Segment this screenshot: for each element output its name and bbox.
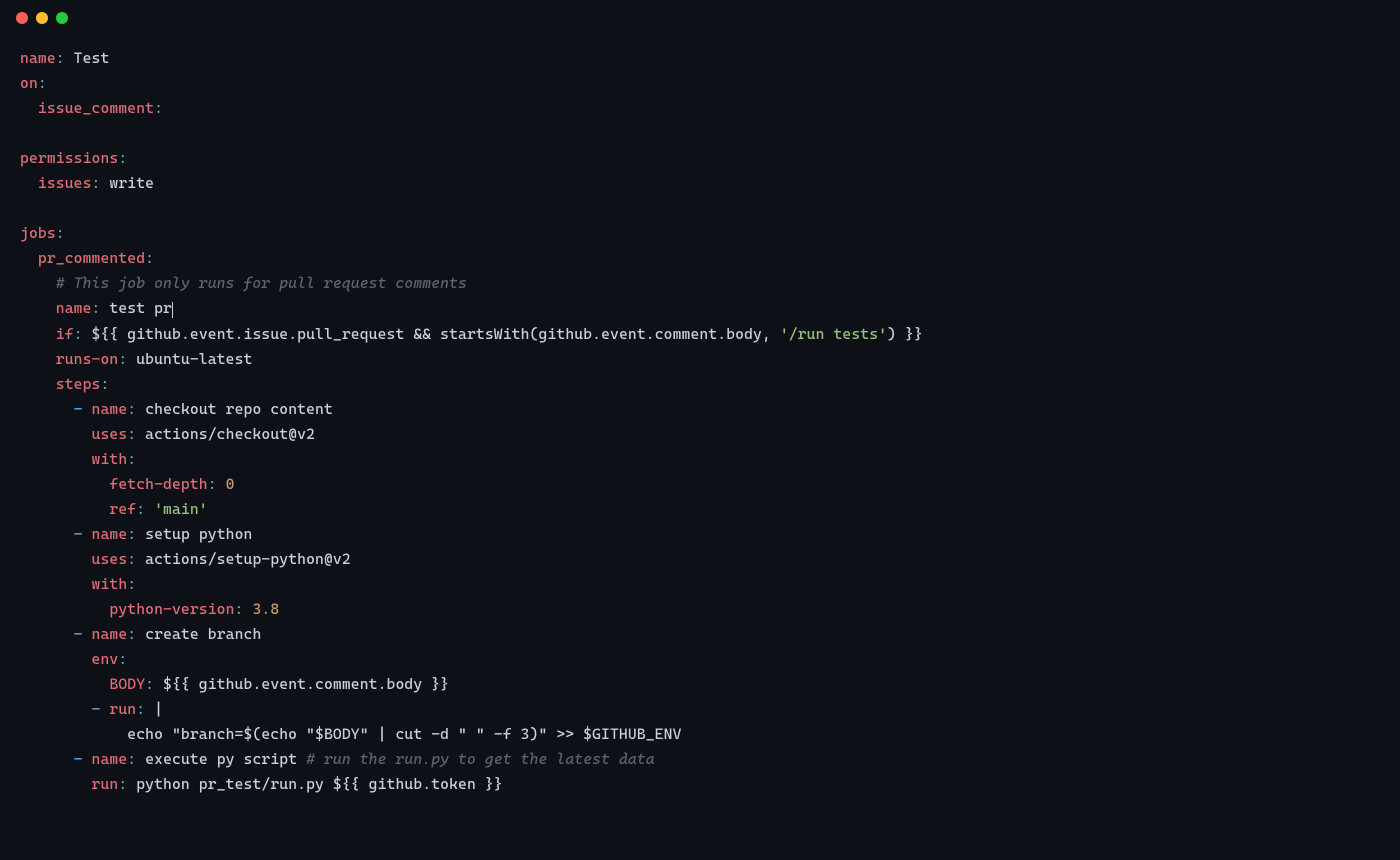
code-line: with: bbox=[20, 572, 1380, 597]
editor-window: name: Teston: issue_comment: permissions… bbox=[0, 0, 1400, 860]
code-line: permissions: bbox=[20, 146, 1380, 171]
window-titlebar bbox=[0, 0, 1400, 36]
code-line: env: bbox=[20, 647, 1380, 672]
code-line: python-version: 3.8 bbox=[20, 597, 1380, 622]
code-line: jobs: bbox=[20, 221, 1380, 246]
minimize-icon[interactable] bbox=[36, 12, 48, 24]
code-line: uses: actions/checkout@v2 bbox=[20, 422, 1380, 447]
code-line: - name: checkout repo content bbox=[20, 397, 1380, 422]
code-line: fetch-depth: 0 bbox=[20, 472, 1380, 497]
code-line: issue_comment: bbox=[20, 96, 1380, 121]
code-line: name: Test bbox=[20, 46, 1380, 71]
code-line: uses: actions/setup-python@v2 bbox=[20, 547, 1380, 572]
code-line: - name: setup python bbox=[20, 522, 1380, 547]
code-line: - name: create branch bbox=[20, 622, 1380, 647]
close-icon[interactable] bbox=[16, 12, 28, 24]
code-line: steps: bbox=[20, 372, 1380, 397]
code-editor[interactable]: name: Teston: issue_comment: permissions… bbox=[0, 36, 1400, 817]
code-line: name: test pr bbox=[20, 296, 1380, 321]
code-line: BODY: ${{ github.event.comment.body }} bbox=[20, 672, 1380, 697]
code-line: runs-on: ubuntu-latest bbox=[20, 347, 1380, 372]
maximize-icon[interactable] bbox=[56, 12, 68, 24]
code-line: on: bbox=[20, 71, 1380, 96]
code-line bbox=[20, 121, 1380, 146]
code-line: issues: write bbox=[20, 171, 1380, 196]
code-line: if: ${{ github.event.issue.pull_request … bbox=[20, 322, 1380, 347]
code-line: run: python pr_test/run.py ${{ github.to… bbox=[20, 772, 1380, 797]
code-line: with: bbox=[20, 447, 1380, 472]
code-line: - name: execute py script # run the run.… bbox=[20, 747, 1380, 772]
code-line: echo "branch=$(echo "$BODY" | cut -d " "… bbox=[20, 722, 1380, 747]
text-cursor bbox=[172, 302, 173, 319]
code-line bbox=[20, 196, 1380, 221]
code-line: - run: | bbox=[20, 697, 1380, 722]
code-line: # This job only runs for pull request co… bbox=[20, 271, 1380, 296]
code-line: pr_commented: bbox=[20, 246, 1380, 271]
code-line: ref: 'main' bbox=[20, 497, 1380, 522]
